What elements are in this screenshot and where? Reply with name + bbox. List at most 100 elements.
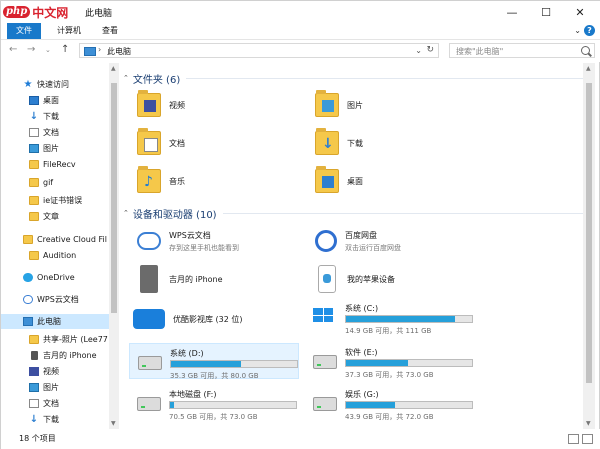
iphone-icon [140,265,158,293]
breadcrumb-separator-icon[interactable]: › [98,45,101,54]
drive-usage-bar [345,401,473,409]
nav-item-articles[interactable]: 文章 [1,209,119,224]
search-placeholder: 搜索"此电脑" [456,47,504,56]
scroll-up-icon[interactable]: ▲ [586,65,591,72]
folder-icon [29,196,39,205]
folder-icon [29,251,39,260]
address-path[interactable]: 此电脑 [107,46,131,57]
computer-icon [84,47,96,56]
tab-view[interactable]: 查看 [95,23,125,39]
close-button[interactable]: ✕ [563,1,597,23]
recent-locations-chevron-icon[interactable]: ⌄ [45,46,51,54]
details-view-icon[interactable] [568,434,579,444]
scroll-down-icon[interactable]: ▼ [111,420,116,427]
hard-drive-icon [138,356,162,370]
wps-cloud-icon [23,295,33,304]
drive-usage-bar [170,360,298,368]
computer-icon [23,317,33,326]
drive-usage-bar [169,401,297,409]
tab-computer[interactable]: 计算机 [49,23,89,39]
documents-icon [29,399,39,408]
nav-item-quick-access[interactable]: ★ 快速访问 [1,77,119,92]
hard-drive-icon [313,397,337,411]
nav-item-this-pc[interactable]: 此电脑 [1,314,119,329]
nav-item-pictures-pc[interactable]: 图片 [1,380,119,395]
content-scrollbar[interactable]: ▲ ▼ [583,63,595,429]
address-dropdown-icon[interactable]: ⌄ [415,46,422,55]
title-bar: php 中文网 此电脑 — ☐ ✕ [1,1,600,23]
drive-e[interactable]: 软件 (E:) 37.3 GB 可用，共 73.0 GB [305,343,475,379]
tab-file[interactable]: 文件 [7,23,41,39]
address-bar[interactable]: › 此电脑 ⌄ ↻ [79,43,439,58]
nav-item-gif[interactable]: gif [1,175,119,190]
folder-pictures[interactable]: 图片 [315,87,485,123]
device-apple[interactable]: 我的苹果设备 [315,261,485,297]
drive-c[interactable]: 系统 (C:) 14.9 GB 可用，共 111 GB [305,299,475,335]
star-icon: ★ [23,79,33,90]
ribbon-expand-chevron-icon[interactable]: ⌄ [574,26,581,35]
ribbon-tabs: 文件 计算机 查看 ⌄ ? [1,23,600,40]
nav-item-desktop[interactable]: 桌面📌 [1,93,119,108]
collapse-chevron-icon[interactable]: ⌃ [123,74,129,82]
scroll-down-icon[interactable]: ▼ [586,420,591,427]
folder-downloads[interactable]: ↓ 下载 [315,125,485,161]
nav-item-iphone[interactable]: 吉月的 iPhone [1,348,119,363]
folder-icon [29,212,39,221]
device-wps-cloud[interactable]: WPS云文档 存到这里手机也能看到 [137,223,307,259]
device-iphone[interactable]: 吉月的 iPhone [137,261,307,297]
nav-scrollbar-thumb[interactable] [111,83,117,313]
drive-d[interactable]: 系统 (D:) 35.3 GB 可用，共 80.0 GB [129,343,299,380]
nav-item-downloads-pc[interactable]: ↓ 下载 [1,412,119,427]
file-explorer-window: php 中文网 此电脑 — ☐ ✕ 文件 计算机 查看 ⌄ ? ← → ⌄ ↑ … [0,0,600,449]
devices-group-header[interactable]: ⌃ 设备和驱动器 (10) [123,206,583,221]
device-youku[interactable]: 优酷影视库 (32 位) [133,301,303,337]
folder-desktop[interactable]: 桌面 [315,163,485,199]
back-arrow-icon[interactable]: ← [9,44,17,55]
nav-item-creative-cloud[interactable]: Creative Cloud Fil [1,232,119,247]
item-count: 18 个项目 [19,434,56,443]
nav-item-onedrive[interactable]: OneDrive [1,270,119,285]
drive-g[interactable]: 娱乐 (G:) 43.9 GB 可用，共 72.0 GB [305,385,475,421]
download-icon: ↓ [29,414,39,425]
large-icons-view-icon[interactable] [582,434,593,444]
minimize-button[interactable]: — [495,1,529,23]
device-baidu-netdisk[interactable]: 百度网盘 双击运行百度网盘 [315,223,485,259]
maximize-button[interactable]: ☐ [529,1,563,23]
nav-item-documents[interactable]: 文档📌 [1,125,119,140]
folder-documents[interactable]: 文档 [137,125,307,161]
drive-f[interactable]: 本地磁盘 (F:) 70.5 GB 可用，共 73.0 GB [129,385,299,421]
documents-icon [29,128,39,137]
downloads-folder-icon: ↓ [315,128,339,155]
nav-scrollbar[interactable]: ▲ ▼ [109,63,119,429]
nav-item-wps-cloud[interactable]: WPS云文档 [1,292,119,307]
folder-videos[interactable]: 视频 [137,87,307,123]
folders-group-header[interactable]: ⌃ 文件夹 (6) [123,71,583,86]
refresh-icon[interactable]: ↻ [426,45,434,55]
nav-item-audition[interactable]: Audition [1,248,119,263]
nav-item-shared-photos[interactable]: 共享-照片 (Lee77 [1,332,119,347]
nav-item-documents-pc[interactable]: 文档 [1,396,119,411]
folder-music[interactable]: ♪ 音乐 [137,163,307,199]
scroll-up-icon[interactable]: ▲ [111,65,116,72]
nav-item-ie-cert-errors[interactable]: ie证书错误 [1,193,119,208]
desktop-icon [29,96,39,105]
up-arrow-icon[interactable]: ↑ [61,44,69,55]
youku-icon [133,309,165,329]
search-input[interactable]: 搜索"此电脑" [449,43,595,58]
help-icon[interactable]: ? [584,25,595,36]
forward-arrow-icon[interactable]: → [27,44,35,55]
view-toggle [568,434,593,444]
nav-item-videos[interactable]: 视频 [1,364,119,379]
pictures-icon [29,144,39,153]
watermark-cn: 中文网 [32,5,69,20]
pictures-folder-icon [315,90,339,117]
window-title: 此电脑 [85,9,113,19]
watermark-logo: php 中文网 [3,1,68,23]
nav-item-downloads[interactable]: ↓下载📌 [1,109,119,124]
search-icon[interactable] [581,46,590,55]
collapse-chevron-icon[interactable]: ⌃ [123,209,129,217]
nav-item-filerecv[interactable]: FileRecv [1,157,119,172]
content-scrollbar-thumb[interactable] [586,83,592,383]
nav-item-pictures[interactable]: 图片📌 [1,141,119,156]
creative-cloud-icon [23,235,33,244]
